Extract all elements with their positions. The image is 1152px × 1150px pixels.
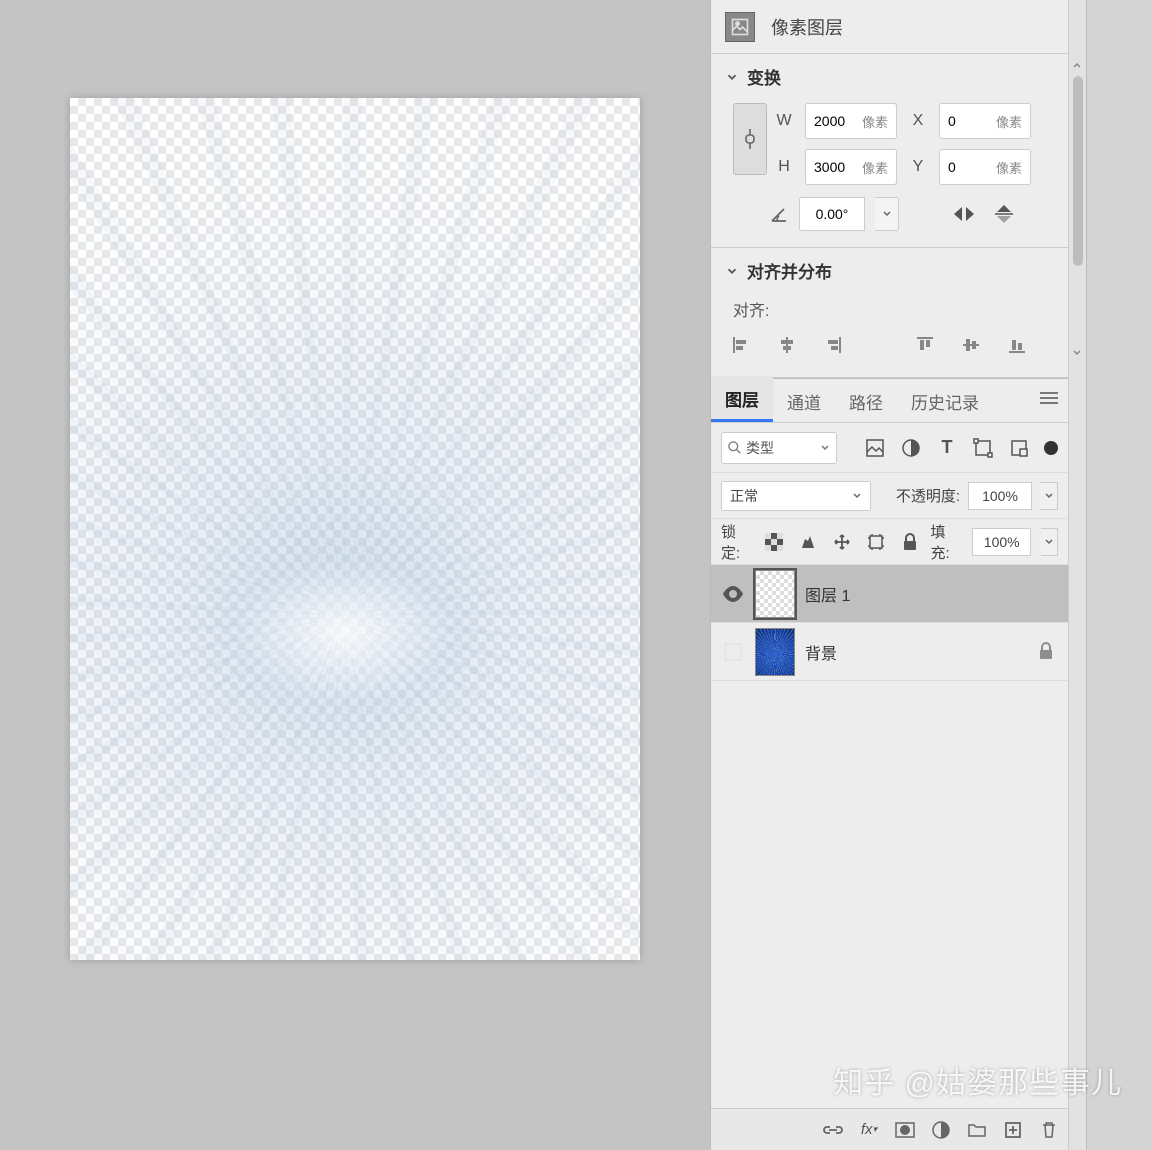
lock-label: 锁定: — [721, 521, 753, 563]
filter-pixel-icon[interactable] — [864, 437, 886, 459]
layer-thumbnail[interactable] — [755, 570, 795, 618]
x-input[interactable]: 0像素 — [939, 103, 1031, 139]
transform-title: 变换 — [747, 64, 781, 89]
filter-adjustment-icon[interactable] — [900, 437, 922, 459]
watermark: 知乎 @姑婆那些事儿 — [833, 1058, 1122, 1102]
w-label: W — [775, 112, 793, 130]
fx-button[interactable]: fx▾ — [858, 1119, 880, 1141]
panel-tabs: 图层 通道 路径 历史记录 — [711, 379, 1068, 423]
fill-label: 填充: — [931, 521, 963, 563]
group-button[interactable] — [966, 1119, 988, 1141]
layer-name[interactable]: 背景 — [805, 640, 1028, 664]
layers-bottom-bar: fx▾ — [711, 1108, 1068, 1150]
chevron-down-icon — [725, 70, 739, 84]
scrollbar-thumb[interactable] — [1073, 76, 1083, 266]
visibility-toggle[interactable] — [721, 582, 745, 606]
visibility-toggle[interactable] — [721, 640, 745, 664]
angle-dropdown[interactable] — [875, 197, 899, 231]
y-label: Y — [909, 158, 927, 176]
x-label: X — [909, 112, 927, 130]
tab-paths[interactable]: 路径 — [835, 379, 897, 422]
layer-list[interactable]: 图层 1 背景 — [711, 565, 1068, 1108]
transform-header[interactable]: 变换 — [725, 64, 1054, 89]
align-left-button[interactable] — [729, 333, 753, 357]
align-right-button[interactable] — [821, 333, 845, 357]
layer-row[interactable]: 图层 1 — [711, 565, 1068, 623]
transform-section: 变换 W 2000像素 X 0像素 H 3000像素 Y 0像素 — [711, 54, 1068, 248]
document-canvas[interactable] — [70, 98, 640, 960]
layers-panel: 图层 通道 路径 历史记录 类型 T — [711, 378, 1068, 1150]
scroll-down-arrow[interactable] — [1070, 346, 1084, 360]
filter-type-dropdown[interactable]: 类型 — [721, 432, 837, 464]
align-bottom-button[interactable] — [1005, 333, 1029, 357]
layer-filter-row: 类型 T — [711, 423, 1068, 473]
layer-thumbnail[interactable] — [755, 628, 795, 676]
pixel-layer-label: 像素图层 — [771, 14, 843, 40]
y-input[interactable]: 0像素 — [939, 149, 1031, 185]
canvas-area[interactable] — [0, 0, 710, 1150]
filter-toggle[interactable] — [1044, 441, 1058, 455]
layer-row[interactable]: 背景 — [711, 623, 1068, 681]
filter-text-icon[interactable]: T — [936, 437, 958, 459]
adjustment-button[interactable] — [930, 1119, 952, 1141]
fill-dropdown[interactable] — [1041, 528, 1058, 556]
blend-row: 正常 不透明度: 100% — [711, 473, 1068, 519]
lock-image-icon[interactable] — [797, 531, 819, 553]
link-layers-button[interactable] — [822, 1119, 844, 1141]
pixel-layer-strip: 像素图层 — [711, 0, 1068, 54]
tab-channels[interactable]: 通道 — [773, 379, 835, 422]
link-dimensions-button[interactable] — [733, 103, 767, 175]
lock-artboard-icon[interactable] — [865, 531, 887, 553]
pixel-layer-icon — [725, 12, 755, 42]
lock-icon — [1038, 642, 1058, 662]
layer-name[interactable]: 图层 1 — [805, 582, 1058, 606]
angle-input[interactable]: 0.00° — [799, 197, 865, 231]
lock-all-icon[interactable] — [899, 531, 921, 553]
filter-shape-icon[interactable] — [972, 437, 994, 459]
properties-scrollbar[interactable] — [1068, 0, 1086, 1150]
filter-smartobj-icon[interactable] — [1008, 437, 1030, 459]
align-header[interactable]: 对齐并分布 — [725, 258, 1054, 283]
opacity-label: 不透明度: — [896, 485, 960, 506]
h-label: H — [775, 158, 793, 176]
panel-menu-icon[interactable] — [1040, 391, 1058, 410]
chevron-down-icon — [725, 264, 739, 278]
tab-history[interactable]: 历史记录 — [897, 379, 993, 422]
lock-row: 锁定: 填充: 100% — [711, 519, 1068, 565]
align-top-button[interactable] — [913, 333, 937, 357]
chevron-down-icon — [820, 443, 830, 453]
lock-position-icon[interactable] — [831, 531, 853, 553]
height-input[interactable]: 3000像素 — [805, 149, 897, 185]
mask-button[interactable] — [894, 1119, 916, 1141]
flip-horizontal-button[interactable] — [949, 199, 979, 229]
opacity-input[interactable]: 100% — [968, 482, 1032, 510]
width-input[interactable]: 2000像素 — [805, 103, 897, 139]
delete-button[interactable] — [1038, 1119, 1060, 1141]
lock-transparency-icon[interactable] — [763, 531, 785, 553]
fill-input[interactable]: 100% — [972, 528, 1031, 556]
align-hcenter-button[interactable] — [775, 333, 799, 357]
blend-mode-dropdown[interactable]: 正常 — [721, 481, 871, 511]
opacity-dropdown[interactable] — [1040, 482, 1058, 510]
angle-icon — [769, 204, 789, 224]
align-vcenter-button[interactable] — [959, 333, 983, 357]
flip-vertical-button[interactable] — [989, 199, 1019, 229]
canvas-image-content — [70, 98, 640, 960]
align-title: 对齐并分布 — [747, 258, 832, 283]
new-layer-button[interactable] — [1002, 1119, 1024, 1141]
scroll-up-arrow[interactable] — [1070, 58, 1084, 72]
search-icon — [728, 441, 742, 455]
tab-layers[interactable]: 图层 — [711, 376, 773, 422]
align-section: 对齐并分布 对齐: — [711, 248, 1068, 378]
align-label: 对齐: — [733, 297, 1054, 321]
